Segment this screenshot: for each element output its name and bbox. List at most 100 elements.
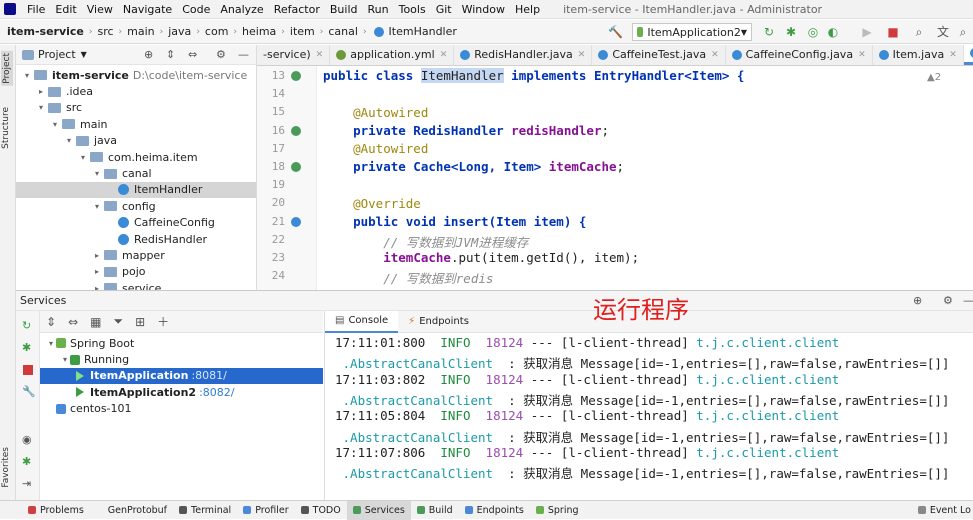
camera-icon[interactable]: ◉ (22, 433, 32, 446)
coverage-icon[interactable]: ◎ (806, 25, 820, 39)
project-tree-item[interactable]: ▾ java (16, 133, 256, 149)
project-tree-item[interactable]: ▾ config (16, 198, 256, 214)
project-tree-item[interactable]: ItemHandler (16, 181, 256, 199)
breadcrumb-item[interactable]: ItemHandler (369, 25, 460, 38)
debug-icon[interactable]: ✱ (784, 25, 798, 39)
project-tree-item[interactable]: CaffeineConfig (16, 215, 256, 231)
chevron-down-icon[interactable]: ▼ (81, 50, 87, 59)
collapse-all-icon[interactable]: ⇔ (68, 315, 78, 329)
menu-item-build[interactable]: Build (325, 3, 363, 16)
hide-icon[interactable]: — (963, 294, 973, 307)
expand-arrow-icon[interactable]: ▸ (92, 251, 102, 260)
tab-endpoints[interactable]: ⚡ Endpoints (398, 311, 479, 333)
bottom-tab-profiler[interactable]: Profiler (237, 501, 294, 520)
debug-icon[interactable]: ✱ (22, 455, 31, 468)
editor-tab[interactable]: CaffeineConfig.java ✕ (726, 45, 873, 65)
menu-item-refactor[interactable]: Refactor (269, 3, 325, 16)
gear-icon[interactable]: ⚙ (943, 294, 953, 307)
editor-tab[interactable]: ItemHandler.java✕ (963, 45, 973, 65)
expand-arrow-icon[interactable]: ▾ (22, 71, 32, 80)
expand-all-icon[interactable]: ⇕ (46, 315, 56, 329)
stop-icon[interactable]: ■ (886, 25, 900, 39)
bottom-tab-spring[interactable]: Spring (530, 501, 585, 520)
editor-tab[interactable]: -service) ✕ (257, 45, 331, 65)
expand-arrow-icon[interactable]: ▾ (60, 355, 70, 364)
project-tree-item[interactable]: ▸ service (16, 280, 256, 290)
favorites-tool-tab[interactable]: Favorites (1, 447, 11, 488)
expand-arrow-icon[interactable]: ▸ (92, 267, 102, 276)
project-tree-item[interactable]: ▸ pojo (16, 264, 256, 280)
project-tree-item[interactable]: ▾ canal (16, 165, 256, 181)
close-icon[interactable]: ✕ (858, 50, 866, 60)
menu-item-edit[interactable]: Edit (50, 3, 81, 16)
menu-item-help[interactable]: Help (510, 3, 545, 16)
menu-item-window[interactable]: Window (457, 3, 510, 16)
run-config-select[interactable]: ItemApplication2 ▼ (632, 23, 752, 41)
expand-arrow-icon[interactable]: ▾ (92, 169, 102, 178)
menu-item-code[interactable]: Code (177, 3, 215, 16)
collapse-all-icon[interactable]: ⇔ (188, 48, 197, 61)
search-icon[interactable]: ⌕ (912, 25, 926, 39)
close-icon[interactable]: ✕ (949, 50, 957, 60)
bottom-tab-endpoints[interactable]: Endpoints (459, 501, 530, 520)
expand-arrow-icon[interactable]: ▾ (78, 153, 88, 162)
profile-icon[interactable]: ◐ (826, 25, 840, 39)
bottom-tab-terminal[interactable]: Terminal (173, 501, 237, 520)
login-icon[interactable]: ⇥ (22, 477, 31, 490)
expand-arrow-icon[interactable]: ▾ (50, 120, 60, 129)
globe-icon[interactable]: ⊕ (913, 294, 922, 307)
bottom-tab-build[interactable]: Build (411, 501, 459, 520)
wrench-icon[interactable]: 🔧 (22, 385, 36, 398)
close-icon[interactable]: ✕ (440, 50, 448, 60)
breadcrumb-item[interactable]: heima (239, 25, 279, 38)
project-tree-item[interactable]: ▾ com.heima.item (16, 149, 256, 165)
warning-count[interactable]: ▲2 (927, 72, 941, 83)
close-icon[interactable]: ✕ (711, 50, 719, 60)
project-tree-item[interactable]: RedisHandler (16, 231, 256, 247)
close-icon[interactable]: ✕ (316, 50, 324, 60)
bean-icon[interactable] (291, 125, 301, 136)
rerun-icon[interactable]: ↻ (22, 319, 31, 332)
locate-icon[interactable]: ⊕ (144, 48, 153, 61)
service-item[interactable]: ItemApplication:8081/ (40, 367, 323, 385)
code-editor[interactable]: public class ItemHandler implements Entr… (317, 66, 973, 290)
breadcrumb-item[interactable]: java (165, 25, 194, 38)
event-log-tab[interactable]: Event Lo (917, 505, 973, 516)
menu-item-git[interactable]: Git (431, 3, 457, 16)
project-tree-item[interactable]: ▾ src (16, 100, 256, 116)
project-tree-item[interactable]: ▾ main (16, 116, 256, 132)
hammer-icon[interactable]: 🔨 (608, 25, 623, 39)
project-tree-item[interactable]: ▸ .idea (16, 83, 256, 99)
service-item[interactable]: ItemApplication2:8082/ (40, 384, 323, 400)
structure-tool-tab[interactable]: Structure (1, 107, 11, 149)
bottom-tab-genprotobuf[interactable]: GenProtobuf (90, 501, 173, 520)
bottom-tab-todo[interactable]: TODO (295, 501, 347, 520)
implement-method-icon[interactable] (291, 216, 301, 227)
bean-icon[interactable] (291, 71, 301, 81)
bean-icon[interactable] (291, 162, 301, 172)
bottom-tab-problems[interactable]: Problems (22, 501, 90, 520)
editor-tab[interactable]: application.yml ✕ (330, 45, 455, 65)
new-tab-icon[interactable]: ⊞ (135, 315, 145, 329)
tab-console[interactable]: ▤ Console (325, 310, 399, 333)
editor-tab[interactable]: RedisHandler.java ✕ (454, 45, 593, 65)
close-icon[interactable]: ✕ (578, 50, 586, 60)
expand-arrow-icon[interactable]: ▾ (92, 202, 102, 211)
hide-icon[interactable]: — (238, 48, 249, 61)
breadcrumb-item[interactable]: item-service (4, 25, 87, 38)
debug-icon[interactable]: ✱ (22, 341, 31, 354)
breadcrumb-item[interactable]: canal (325, 25, 361, 38)
group-icon[interactable]: ▦ (90, 315, 101, 329)
project-tree-item[interactable]: ▾ item-service D:\code\item-service (16, 67, 256, 83)
search-everywhere-icon[interactable]: ⌕ (956, 25, 970, 39)
breadcrumb-item[interactable]: main (124, 25, 157, 38)
service-port[interactable]: :8082/ (199, 386, 234, 399)
breadcrumb-item[interactable]: src (94, 25, 116, 38)
menu-item-run[interactable]: Run (363, 3, 394, 16)
menu-item-file[interactable]: File (22, 3, 50, 16)
project-tool-tab[interactable]: Project (1, 51, 13, 86)
menu-item-navigate[interactable]: Navigate (118, 3, 177, 16)
menu-item-view[interactable]: View (82, 3, 118, 16)
expand-all-icon[interactable]: ⇕ (166, 48, 175, 61)
run-icon[interactable]: ▶ (860, 25, 874, 39)
